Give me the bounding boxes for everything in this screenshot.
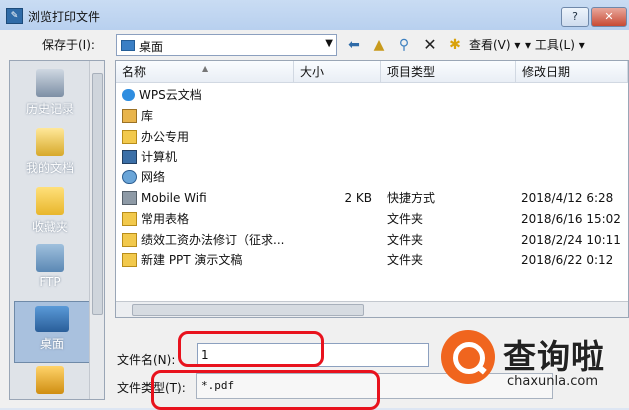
filename-value: 1 <box>201 348 209 362</box>
file-type: 文件夹 <box>387 253 424 267</box>
desktop-icon <box>121 40 135 51</box>
scroll-thumb[interactable] <box>92 73 103 315</box>
place-label: FTP <box>39 275 61 289</box>
file-row[interactable]: 常用表格 文件夹 2018/6/16 15:02 <box>116 209 628 229</box>
file-name: 办公专用 <box>141 130 190 144</box>
file-row[interactable]: WPS云文档 <box>116 85 628 105</box>
file-name: 新建 PPT 演示文稿 <box>141 253 243 267</box>
column-header-name[interactable]: 名称 ▲ <box>116 61 294 83</box>
file-row[interactable]: 网络 <box>116 167 628 187</box>
file-type: 文件夹 <box>387 212 424 226</box>
file-name: 库 <box>141 109 154 123</box>
watermark-text: 查询啦 <box>503 337 605 376</box>
save-in-label: 保存于(I): <box>42 38 95 52</box>
column-header-size[interactable]: 大小 <box>294 61 381 83</box>
file-row[interactable]: 绩效工资办法修订（征求... 文件夹 2018/2/24 10:11 <box>116 230 628 250</box>
file-size: 2 KB <box>344 191 372 205</box>
file-date: 2018/4/12 6:28 <box>521 191 614 205</box>
file-row[interactable]: 新建 PPT 演示文稿 文件夹 2018/6/22 0:12 <box>116 250 628 270</box>
watermark: 查询啦 chaxunla.com <box>437 326 629 408</box>
file-row[interactable]: 计算机 <box>116 147 628 167</box>
place-documents[interactable]: 我的文档 <box>14 128 86 176</box>
cloud-icon <box>122 88 135 101</box>
file-date: 2018/6/22 0:12 <box>521 253 614 267</box>
place-label: 桌面 <box>39 337 64 351</box>
folder-icon <box>122 211 137 226</box>
desktop-icon <box>35 306 69 332</box>
chevron-down-icon: ▼ <box>325 38 333 49</box>
close-button[interactable]: ✕ <box>591 7 627 27</box>
file-name: 绩效工资办法修订（征求... <box>141 233 285 247</box>
favorites-icon <box>36 187 64 215</box>
shortcut-icon <box>122 190 137 205</box>
help-button[interactable]: ? <box>561 7 589 27</box>
place-ftp[interactable]: FTP <box>14 244 86 289</box>
folder-icon <box>36 366 64 394</box>
file-name: 计算机 <box>141 150 178 164</box>
back-icon[interactable]: ⬅ <box>345 36 363 54</box>
place-label: 收藏夹 <box>31 220 68 234</box>
place-history[interactable]: 历史记录 <box>14 69 86 117</box>
column-label: 名称 <box>122 65 147 79</box>
file-name: 常用表格 <box>141 212 190 226</box>
up-folder-icon[interactable]: ▲ <box>370 36 388 54</box>
watermark-domain: chaxunla.com <box>507 374 598 389</box>
title-bar: ✎ 浏览打印文件 ? ✕ <box>0 0 629 30</box>
file-row[interactable]: 办公专用 <box>116 127 628 147</box>
folder-icon <box>122 252 137 267</box>
location-dropdown[interactable]: 桌面 ▼ <box>116 34 337 56</box>
places-scrollbar[interactable] <box>89 61 104 399</box>
location-value: 桌面 <box>139 40 164 54</box>
view-menu-button[interactable]: 查看(V) ▾ <box>469 36 520 53</box>
delete-icon[interactable]: ✕ <box>421 36 439 54</box>
file-name: 网络 <box>141 170 166 184</box>
computer-icon <box>122 149 137 164</box>
place-desktop[interactable]: 桌面 <box>14 301 90 363</box>
folder-icon <box>122 129 137 144</box>
sort-up-icon: ▲ <box>202 64 209 73</box>
library-icon <box>122 108 137 123</box>
ftp-icon <box>36 244 64 272</box>
filename-label: 文件名(N): <box>117 353 176 367</box>
new-folder-icon[interactable]: ✱ <box>446 36 464 54</box>
horizontal-scrollbar[interactable] <box>116 301 628 317</box>
file-name: WPS云文档 <box>139 88 202 102</box>
filetype-label: 文件类型(T): <box>117 381 186 395</box>
place-label: 历史记录 <box>25 102 74 116</box>
tools-menu-button[interactable]: ▾ 工具(L) ▾ <box>525 36 585 53</box>
places-bar: 历史记录 我的文档 收藏夹 FTP 桌面 <box>9 60 105 400</box>
file-date: 2018/6/16 15:02 <box>521 212 621 226</box>
folder-icon <box>122 232 137 247</box>
file-date: 2018/2/24 10:11 <box>521 233 621 247</box>
watermark-logo-icon <box>441 330 495 384</box>
column-header-type[interactable]: 项目类型 <box>381 61 516 83</box>
browse-print-file-dialog: ✎ 浏览打印文件 ? ✕ 保存于(I): 桌面 ▼ ⬅ ▲ ⚲ ✕ ✱ 查看(V… <box>0 0 629 410</box>
network-icon <box>122 169 137 184</box>
documents-icon <box>36 128 64 156</box>
filename-input[interactable]: 1 <box>197 343 429 367</box>
scroll-thumb[interactable] <box>132 304 364 316</box>
place-label: 我的文档 <box>25 161 74 175</box>
history-icon <box>36 69 64 97</box>
file-list: 名称 ▲ 大小 项目类型 修改日期 WPS云文档 库 办公专用 计算机 网络 M… <box>115 60 629 318</box>
file-name: Mobile Wifi <box>141 191 207 205</box>
place-favorites[interactable]: 收藏夹 <box>14 187 86 235</box>
file-row[interactable]: 库 <box>116 106 628 126</box>
file-type: 文件夹 <box>387 233 424 247</box>
app-icon: ✎ <box>6 8 23 24</box>
file-row[interactable]: Mobile Wifi 2 KB 快捷方式 2018/4/12 6:28 <box>116 188 628 208</box>
search-icon[interactable]: ⚲ <box>395 36 413 54</box>
file-type: 快捷方式 <box>387 191 436 205</box>
column-header-date[interactable]: 修改日期 <box>516 61 628 83</box>
place-folder[interactable] <box>14 366 86 397</box>
dialog-title: 浏览打印文件 <box>28 10 101 24</box>
filetype-value: *.pdf <box>201 379 235 392</box>
